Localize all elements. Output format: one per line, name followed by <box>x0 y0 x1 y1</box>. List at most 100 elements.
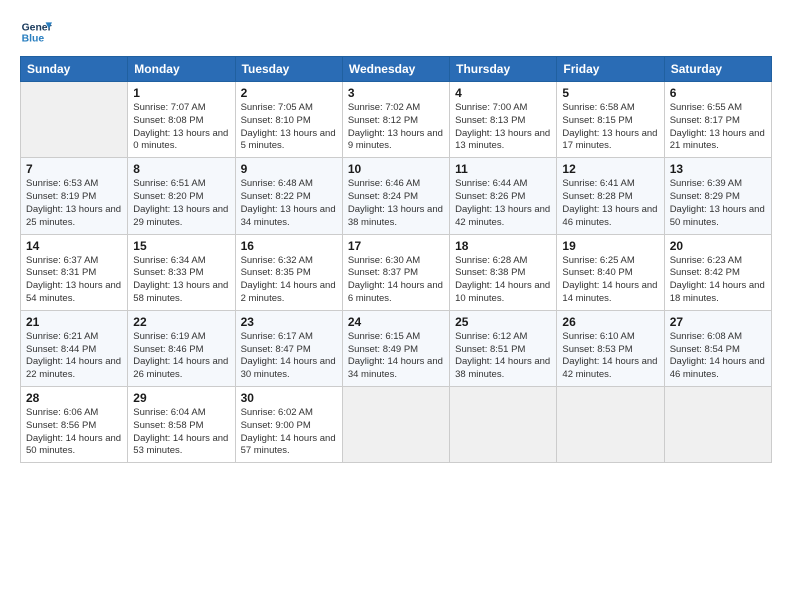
calendar-cell: 18 Sunrise: 6:28 AMSunset: 8:38 PMDayligh… <box>450 234 557 310</box>
cell-details: Sunrise: 7:07 AMSunset: 8:08 PMDaylight:… <box>133 102 229 153</box>
header: General Blue <box>20 16 772 48</box>
calendar-cell: 16 Sunrise: 6:32 AMSunset: 8:35 PMDayligh… <box>235 234 342 310</box>
day-number: 23 <box>241 315 337 329</box>
calendar-cell: 8 Sunrise: 6:51 AMSunset: 8:20 PMDaylight… <box>128 158 235 234</box>
calendar-cell: 19 Sunrise: 6:25 AMSunset: 8:40 PMDayligh… <box>557 234 664 310</box>
calendar-cell <box>21 82 128 158</box>
cell-details: Sunrise: 6:34 AMSunset: 8:33 PMDaylight:… <box>133 255 229 306</box>
cell-details: Sunrise: 6:39 AMSunset: 8:29 PMDaylight:… <box>670 178 766 229</box>
weekday-header-monday: Monday <box>128 57 235 82</box>
cell-details: Sunrise: 6:58 AMSunset: 8:15 PMDaylight:… <box>562 102 658 153</box>
cell-details: Sunrise: 6:51 AMSunset: 8:20 PMDaylight:… <box>133 178 229 229</box>
cell-details: Sunrise: 6:48 AMSunset: 8:22 PMDaylight:… <box>241 178 337 229</box>
day-number: 19 <box>562 239 658 253</box>
day-number: 8 <box>133 162 229 176</box>
cell-details: Sunrise: 6:10 AMSunset: 8:53 PMDaylight:… <box>562 331 658 382</box>
calendar-cell: 5 Sunrise: 6:58 AMSunset: 8:15 PMDaylight… <box>557 82 664 158</box>
logo-icon: General Blue <box>20 16 52 48</box>
cell-details: Sunrise: 6:25 AMSunset: 8:40 PMDaylight:… <box>562 255 658 306</box>
cell-details: Sunrise: 6:21 AMSunset: 8:44 PMDaylight:… <box>26 331 122 382</box>
calendar-cell: 4 Sunrise: 7:00 AMSunset: 8:13 PMDaylight… <box>450 82 557 158</box>
weekday-header-saturday: Saturday <box>664 57 771 82</box>
day-number: 5 <box>562 86 658 100</box>
calendar-cell: 12 Sunrise: 6:41 AMSunset: 8:28 PMDayligh… <box>557 158 664 234</box>
day-number: 18 <box>455 239 551 253</box>
cell-details: Sunrise: 6:28 AMSunset: 8:38 PMDaylight:… <box>455 255 551 306</box>
cell-details: Sunrise: 6:06 AMSunset: 8:56 PMDaylight:… <box>26 407 122 458</box>
calendar-cell: 9 Sunrise: 6:48 AMSunset: 8:22 PMDaylight… <box>235 158 342 234</box>
calendar-cell: 1Sunrise: 7:07 AMSunset: 8:08 PMDaylight… <box>128 82 235 158</box>
calendar-cell: 14 Sunrise: 6:37 AMSunset: 8:31 PMDayligh… <box>21 234 128 310</box>
week-row-2: 7 Sunrise: 6:53 AMSunset: 8:19 PMDaylight… <box>21 158 772 234</box>
page-container: General Blue SundayMondayTuesdayWednesda… <box>0 0 792 473</box>
day-number: 14 <box>26 239 122 253</box>
calendar-cell: 21 Sunrise: 6:21 AMSunset: 8:44 PMDayligh… <box>21 310 128 386</box>
weekday-header-wednesday: Wednesday <box>342 57 449 82</box>
week-row-1: 1Sunrise: 7:07 AMSunset: 8:08 PMDaylight… <box>21 82 772 158</box>
weekday-header-thursday: Thursday <box>450 57 557 82</box>
cell-details: Sunrise: 6:32 AMSunset: 8:35 PMDaylight:… <box>241 255 337 306</box>
cell-details: Sunrise: 6:08 AMSunset: 8:54 PMDaylight:… <box>670 331 766 382</box>
calendar-cell: 13 Sunrise: 6:39 AMSunset: 8:29 PMDayligh… <box>664 158 771 234</box>
cell-details: Sunrise: 7:02 AMSunset: 8:12 PMDaylight:… <box>348 102 444 153</box>
day-number: 6 <box>670 86 766 100</box>
day-number: 22 <box>133 315 229 329</box>
day-number: 12 <box>562 162 658 176</box>
calendar-cell: 23 Sunrise: 6:17 AMSunset: 8:47 PMDayligh… <box>235 310 342 386</box>
day-number: 29 <box>133 391 229 405</box>
logo: General Blue <box>20 16 52 48</box>
day-number: 20 <box>670 239 766 253</box>
cell-details: Sunrise: 6:19 AMSunset: 8:46 PMDaylight:… <box>133 331 229 382</box>
day-number: 3 <box>348 86 444 100</box>
calendar-cell: 6 Sunrise: 6:55 AMSunset: 8:17 PMDaylight… <box>664 82 771 158</box>
cell-details: Sunrise: 6:30 AMSunset: 8:37 PMDaylight:… <box>348 255 444 306</box>
weekday-header-tuesday: Tuesday <box>235 57 342 82</box>
day-number: 13 <box>670 162 766 176</box>
calendar-cell: 3 Sunrise: 7:02 AMSunset: 8:12 PMDaylight… <box>342 82 449 158</box>
calendar-table: SundayMondayTuesdayWednesdayThursdayFrid… <box>20 56 772 463</box>
day-number: 25 <box>455 315 551 329</box>
calendar-cell: 15 Sunrise: 6:34 AMSunset: 8:33 PMDayligh… <box>128 234 235 310</box>
day-number: 10 <box>348 162 444 176</box>
day-number: 24 <box>348 315 444 329</box>
day-number: 27 <box>670 315 766 329</box>
cell-details: Sunrise: 6:02 AMSunset: 9:00 PMDaylight:… <box>241 407 337 458</box>
calendar-cell: 25Sunrise: 6:12 AMSunset: 8:51 PMDayligh… <box>450 310 557 386</box>
calendar-cell: 11Sunrise: 6:44 AMSunset: 8:26 PMDayligh… <box>450 158 557 234</box>
svg-text:Blue: Blue <box>22 34 45 45</box>
weekday-header-sunday: Sunday <box>21 57 128 82</box>
day-number: 7 <box>26 162 122 176</box>
calendar-cell <box>664 387 771 463</box>
cell-details: Sunrise: 6:37 AMSunset: 8:31 PMDaylight:… <box>26 255 122 306</box>
calendar-cell: 7 Sunrise: 6:53 AMSunset: 8:19 PMDaylight… <box>21 158 128 234</box>
cell-details: Sunrise: 6:41 AMSunset: 8:28 PMDaylight:… <box>562 178 658 229</box>
calendar-cell <box>342 387 449 463</box>
cell-details: Sunrise: 6:15 AMSunset: 8:49 PMDaylight:… <box>348 331 444 382</box>
calendar-cell: 27 Sunrise: 6:08 AMSunset: 8:54 PMDayligh… <box>664 310 771 386</box>
day-number: 9 <box>241 162 337 176</box>
day-number: 4 <box>455 86 551 100</box>
day-number: 16 <box>241 239 337 253</box>
day-number: 2 <box>241 86 337 100</box>
calendar-cell: 10Sunrise: 6:46 AMSunset: 8:24 PMDayligh… <box>342 158 449 234</box>
day-number: 21 <box>26 315 122 329</box>
cell-details: Sunrise: 6:44 AMSunset: 8:26 PMDaylight:… <box>455 178 551 229</box>
cell-details: Sunrise: 6:53 AMSunset: 8:19 PMDaylight:… <box>26 178 122 229</box>
day-number: 17 <box>348 239 444 253</box>
weekday-header-row: SundayMondayTuesdayWednesdayThursdayFrid… <box>21 57 772 82</box>
calendar-cell: 28Sunrise: 6:06 AMSunset: 8:56 PMDayligh… <box>21 387 128 463</box>
cell-details: Sunrise: 7:05 AMSunset: 8:10 PMDaylight:… <box>241 102 337 153</box>
cell-details: Sunrise: 6:23 AMSunset: 8:42 PMDaylight:… <box>670 255 766 306</box>
week-row-4: 21 Sunrise: 6:21 AMSunset: 8:44 PMDayligh… <box>21 310 772 386</box>
cell-details: Sunrise: 7:00 AMSunset: 8:13 PMDaylight:… <box>455 102 551 153</box>
day-number: 15 <box>133 239 229 253</box>
day-number: 30 <box>241 391 337 405</box>
calendar-cell <box>450 387 557 463</box>
calendar-cell: 20 Sunrise: 6:23 AMSunset: 8:42 PMDayligh… <box>664 234 771 310</box>
calendar-cell: 29Sunrise: 6:04 AMSunset: 8:58 PMDayligh… <box>128 387 235 463</box>
day-number: 26 <box>562 315 658 329</box>
cell-details: Sunrise: 6:55 AMSunset: 8:17 PMDaylight:… <box>670 102 766 153</box>
calendar-cell <box>557 387 664 463</box>
calendar-cell: 17 Sunrise: 6:30 AMSunset: 8:37 PMDayligh… <box>342 234 449 310</box>
cell-details: Sunrise: 6:17 AMSunset: 8:47 PMDaylight:… <box>241 331 337 382</box>
